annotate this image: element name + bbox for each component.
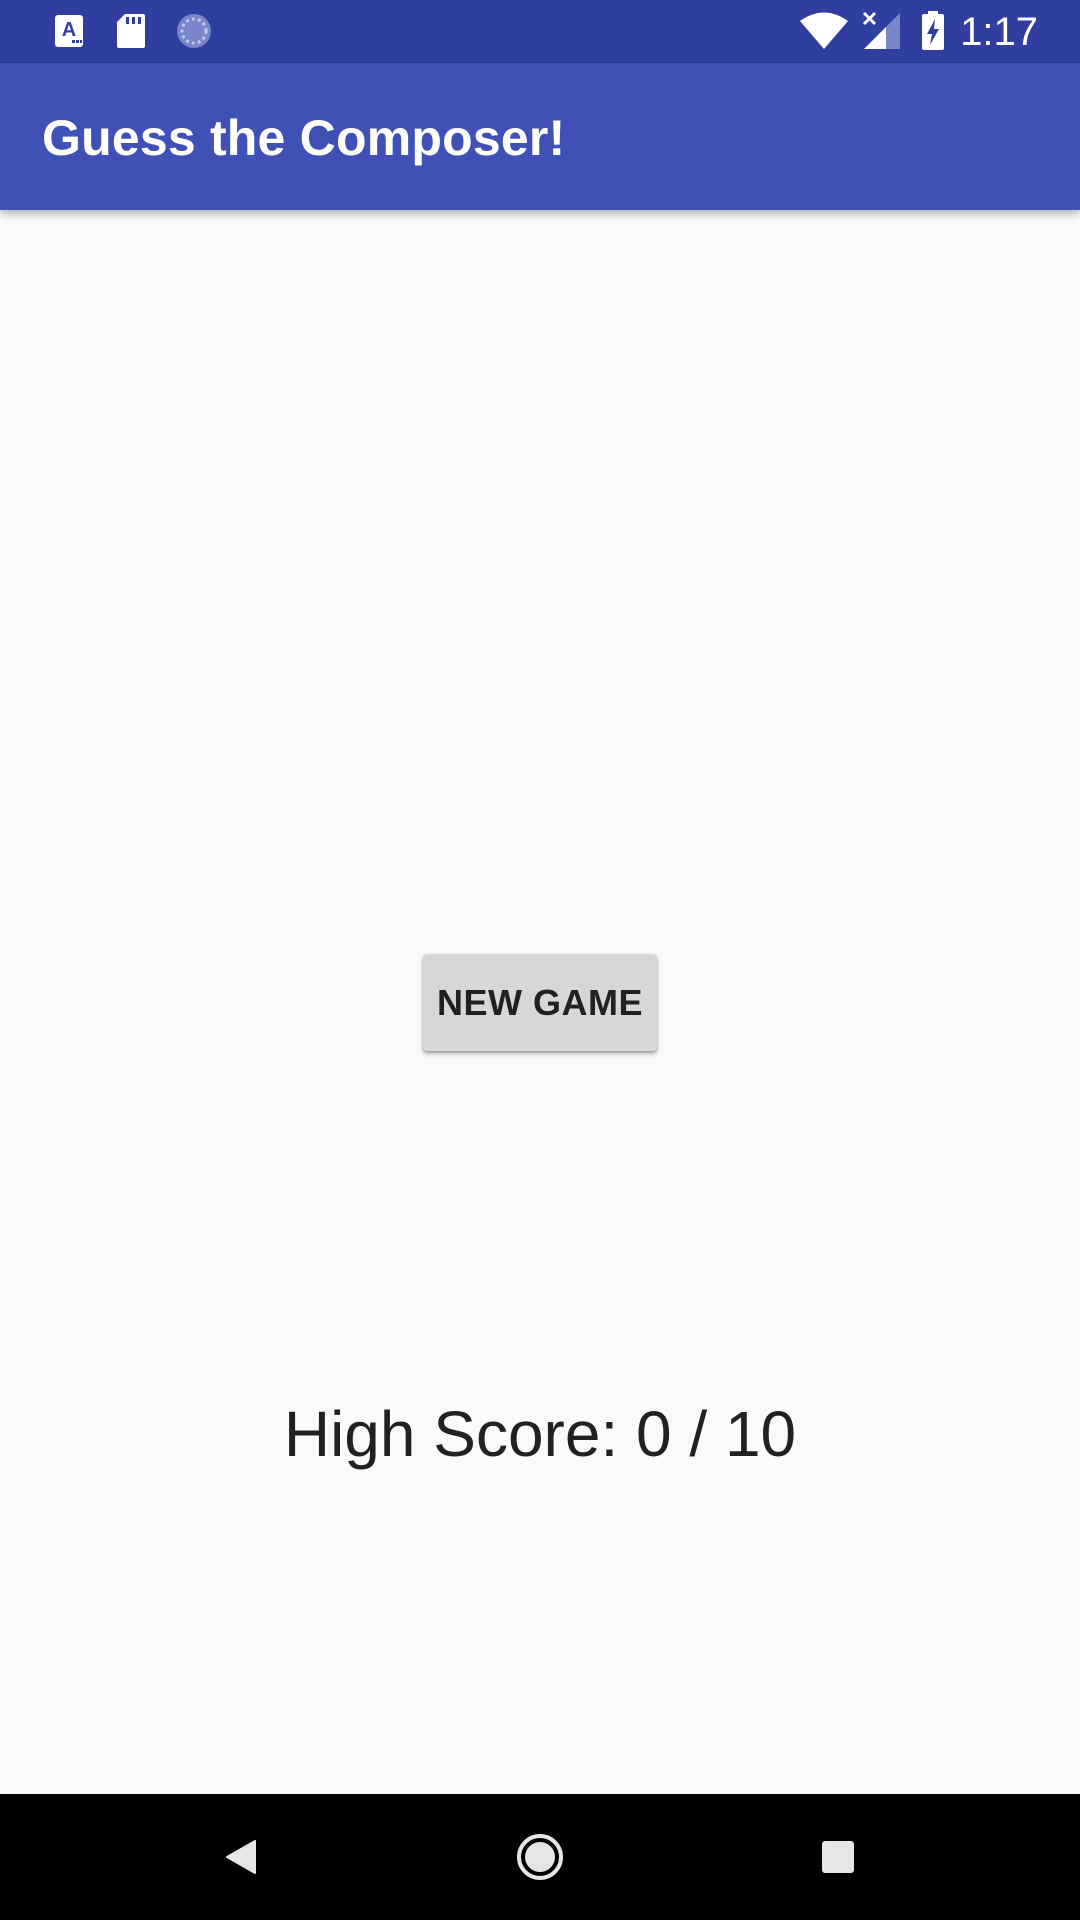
status-time: 1:17 [960, 10, 1038, 54]
screen: A 1:17 Guess the Composer! NEW GAME High… [0, 0, 1080, 1920]
notification-a-icon: A [52, 12, 86, 50]
new-game-button[interactable]: NEW GAME [423, 954, 657, 1051]
battery-charging-icon [920, 11, 946, 50]
wifi-icon [798, 12, 850, 50]
home-icon[interactable] [505, 1822, 575, 1892]
nav-bar [0, 1794, 1080, 1920]
svg-text:A: A [62, 19, 76, 41]
signal-icon [862, 11, 902, 50]
high-score-text: High Score: 0 / 10 [283, 1398, 797, 1470]
recents-icon[interactable] [803, 1822, 873, 1892]
loading-icon [174, 12, 214, 50]
app-bar: Guess the Composer! [0, 63, 1080, 210]
back-icon[interactable] [206, 1822, 276, 1892]
sd-card-icon [114, 12, 148, 50]
app-title: Guess the Composer! [42, 110, 566, 166]
status-bar: A 1:17 [0, 0, 1080, 63]
